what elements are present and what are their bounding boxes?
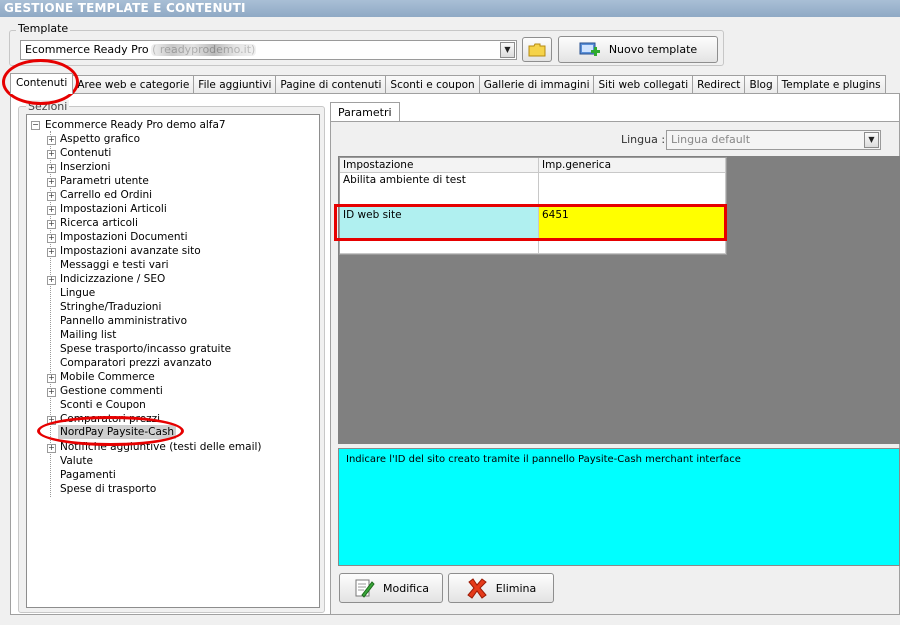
description-box: Indicare l'ID del sito creato tramite il…	[338, 448, 900, 566]
edit-icon	[355, 579, 375, 598]
expand-icon[interactable]: +	[47, 206, 56, 215]
collapse-icon[interactable]: −	[31, 121, 40, 130]
value-cell[interactable]	[539, 173, 726, 205]
window-title: GESTIONE TEMPLATE E CONTENUTI	[0, 0, 900, 17]
chevron-down-icon[interactable]: ▼	[864, 132, 879, 148]
tree-item[interactable]: Stringhe/Traduzioni	[60, 300, 161, 314]
highlight-box-row	[334, 204, 727, 241]
tree-item[interactable]: Gestione commenti	[60, 384, 163, 398]
expand-icon[interactable]: +	[47, 374, 56, 383]
tab-sconti-coupon[interactable]: Sconti e coupon	[385, 75, 480, 94]
tree-item[interactable]: Pannello amministrativo	[60, 314, 187, 328]
tree-item[interactable]: Impostazioni avanzate sito	[60, 244, 201, 258]
tree-item[interactable]: Spese di trasporto	[60, 482, 156, 496]
empty-row	[539, 239, 726, 254]
tab-gallerie[interactable]: Gallerie di immagini	[478, 75, 595, 94]
modify-label: Modifica	[383, 581, 429, 595]
tree-item[interactable]: Impostazioni Documenti	[60, 230, 188, 244]
expand-icon[interactable]: +	[47, 388, 56, 397]
modify-button[interactable]: Modifica	[339, 573, 443, 603]
expand-icon[interactable]: +	[47, 234, 56, 243]
folder-icon	[528, 43, 546, 56]
expand-icon[interactable]: +	[47, 248, 56, 257]
description-text: Indicare l'ID del sito creato tramite il…	[346, 454, 741, 465]
open-folder-button[interactable]	[522, 37, 552, 62]
setting-cell[interactable]: Abilita ambiente di test	[340, 173, 539, 205]
tree-item[interactable]: Mobile Commerce	[60, 370, 155, 384]
expand-icon[interactable]: +	[47, 276, 56, 285]
delete-button[interactable]: Elimina	[448, 573, 554, 603]
main-tabs: Contenuti Aree web e categorie File aggi…	[10, 73, 886, 94]
tree-item[interactable]: Contenuti	[60, 146, 111, 160]
expand-icon[interactable]: +	[47, 444, 56, 453]
delete-label: Elimina	[495, 581, 537, 595]
expand-icon[interactable]: +	[47, 164, 56, 173]
highlight-ring-tree-item	[37, 416, 184, 446]
tab-redirect[interactable]: Redirect	[692, 75, 746, 94]
expand-icon[interactable]: +	[47, 178, 56, 187]
tree-item[interactable]: Lingue	[60, 286, 95, 300]
tree-item[interactable]: Parametri utente	[60, 174, 149, 188]
tree-item[interactable]: Valute	[60, 454, 93, 468]
expand-icon[interactable]: +	[47, 220, 56, 229]
new-template-label: Nuovo template	[608, 43, 698, 56]
tree-item[interactable]: Aspetto grafico	[60, 132, 140, 146]
language-select[interactable]: Lingua default ▼	[666, 130, 881, 150]
new-template-icon	[579, 42, 600, 56]
template-label: Template	[16, 22, 71, 35]
tab-pagine-contenuti[interactable]: Pagine di contenuti	[275, 75, 387, 94]
tree-item[interactable]: Sconti e Coupon	[60, 398, 146, 412]
expand-icon[interactable]: +	[47, 150, 56, 159]
template-select[interactable]: Ecommerce Ready Pro ( readyprodemo.it) ▼	[20, 40, 517, 60]
tree-root[interactable]: Ecommerce Ready Pro demo alfa7	[45, 118, 226, 132]
chevron-down-icon[interactable]: ▼	[500, 42, 515, 58]
delete-x-icon	[466, 578, 487, 599]
tree-item[interactable]: Messaggi e testi vari	[60, 258, 169, 272]
tree-item[interactable]: Carrello ed Ordini	[60, 188, 152, 202]
tab-template-plugins[interactable]: Template e plugins	[776, 75, 886, 94]
language-select-value: Lingua default	[671, 133, 751, 146]
tab-siti-collegati[interactable]: Siti web collegati	[593, 75, 694, 94]
tree-item[interactable]: Indicizzazione / SEO	[60, 272, 165, 286]
expand-icon[interactable]: +	[47, 136, 56, 145]
tree-item[interactable]: Spese trasporto/incasso gratuite	[60, 342, 231, 356]
tree-item[interactable]: Impostazioni Articoli	[60, 202, 167, 216]
tree-item[interactable]: Mailing list	[60, 328, 116, 342]
tab-contenuti[interactable]: Contenuti	[10, 73, 74, 94]
column-header-setting[interactable]: Impostazione	[340, 158, 539, 173]
tree-item[interactable]: Comparatori prezzi avanzato	[60, 356, 212, 370]
language-label: Lingua :	[621, 133, 666, 146]
tab-file-aggiuntivi[interactable]: File aggiuntivi	[193, 75, 277, 94]
new-template-button[interactable]: Nuovo template	[558, 36, 718, 63]
tab-parametri[interactable]: Parametri	[330, 102, 400, 122]
tree-item[interactable]: Pagamenti	[60, 468, 116, 482]
sections-tree[interactable]: − Ecommerce Ready Pro demo alfa7 + Aspet…	[26, 114, 320, 608]
tab-aree-web[interactable]: Aree web e categorie	[72, 75, 195, 94]
tree-item[interactable]: Inserzioni	[60, 160, 110, 174]
tab-blog[interactable]: Blog	[744, 75, 778, 94]
template-blurred-host	[151, 44, 256, 56]
column-header-value[interactable]: Imp.generica	[539, 158, 726, 173]
empty-row	[340, 239, 539, 254]
expand-icon[interactable]: +	[47, 192, 56, 201]
tree-item[interactable]: Ricerca articoli	[60, 216, 138, 230]
